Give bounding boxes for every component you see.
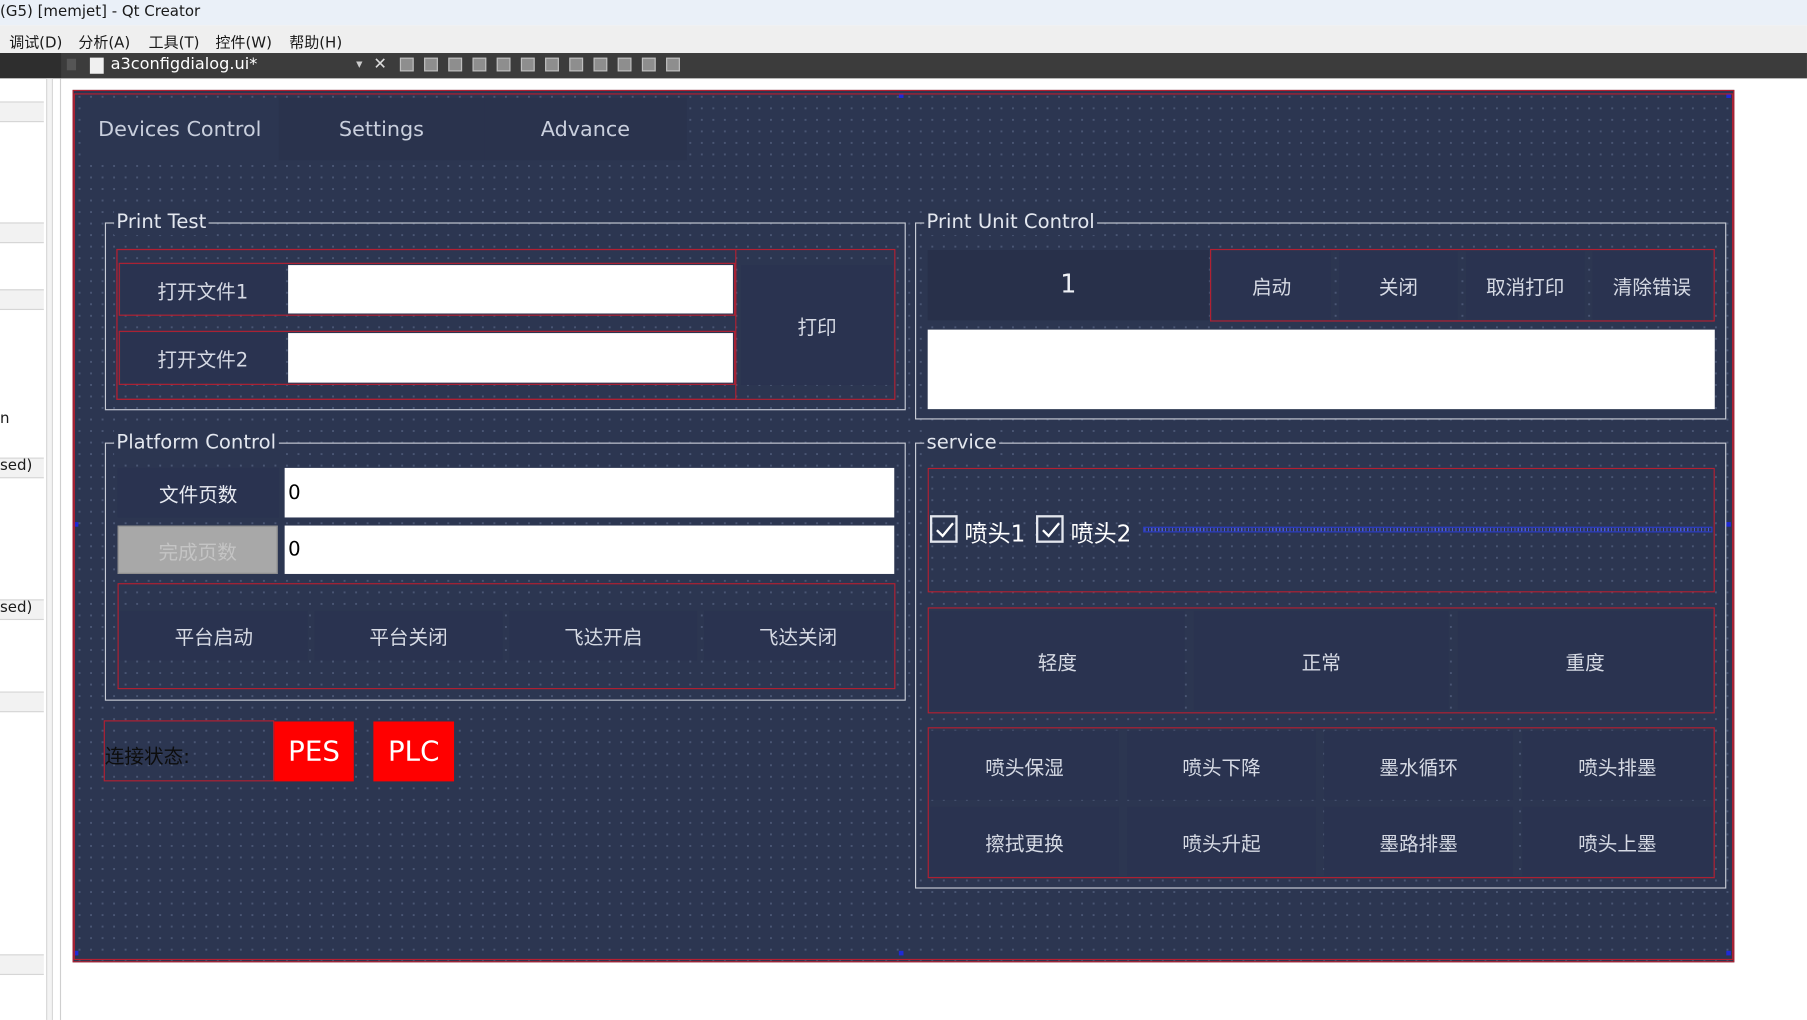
- adjust-size-icon[interactable]: [666, 57, 680, 72]
- service-group: service 喷头1 喷头2 轻度 正常 重度 喷头保湿 喷头下降 墨水循环 …: [915, 429, 1727, 889]
- left-panel-fragment: sed): [0, 599, 33, 617]
- unit-number-display: 1: [927, 250, 1209, 321]
- ink-circulate-button[interactable]: 墨水循环: [1324, 730, 1514, 800]
- lock-icon: [66, 58, 77, 71]
- print-test-group: Print Test 打开文件1 打开文件2 打印: [104, 209, 906, 411]
- layout-grid-icon[interactable]: [617, 57, 632, 72]
- layout-horizontal-icon[interactable]: [496, 57, 511, 72]
- print-unit-control-group: Print Unit Control 1 启动 关闭 取消打印 清除错误: [915, 209, 1727, 420]
- level-heavy-button[interactable]: 重度: [1457, 610, 1713, 710]
- head-purge-button[interactable]: 喷头排墨: [1522, 730, 1713, 800]
- platform-control-group: Platform Control 文件页数 0 完成页数 0 平台启动 平台关闭…: [104, 429, 906, 701]
- file2-path-field[interactable]: [288, 333, 733, 383]
- edit-buddies-icon[interactable]: [448, 57, 463, 72]
- level-light-button[interactable]: 轻度: [929, 610, 1185, 710]
- menu-tools[interactable]: 工具(T): [149, 30, 200, 52]
- close-icon[interactable]: ✕: [373, 55, 387, 73]
- editor-toolbar: a3configdialog.ui* ▾ ✕: [0, 53, 1807, 79]
- file-pages-field[interactable]: 0: [284, 467, 895, 518]
- head-moisturize-button[interactable]: 喷头保湿: [929, 730, 1119, 800]
- platform-control-title: Platform Control: [114, 429, 279, 456]
- wiper-replace-button[interactable]: 擦拭更换: [929, 806, 1119, 876]
- tab-devices-control[interactable]: Devices Control: [80, 97, 279, 161]
- head1-checkbox[interactable]: [929, 515, 958, 543]
- ink-line-purge-button[interactable]: 墨路排墨: [1324, 806, 1514, 876]
- feeder-off-button[interactable]: 飞达关闭: [704, 610, 892, 661]
- done-pages-field[interactable]: 0: [284, 525, 895, 574]
- layout-vertical-icon[interactable]: [520, 57, 535, 72]
- print-unit-log[interactable]: [927, 329, 1715, 410]
- layout-form-icon[interactable]: [593, 57, 608, 72]
- menu-bar: 调试(D) 分析(A) 工具(T) 控件(W) 帮助(H): [0, 25, 1807, 54]
- file-tab-label[interactable]: a3configdialog.ui*: [111, 55, 258, 73]
- platform-start-button[interactable]: 平台启动: [119, 610, 308, 661]
- edit-tab-order-icon[interactable]: [472, 57, 487, 72]
- left-panel-scrollbar[interactable]: [46, 78, 54, 1020]
- menu-analyze[interactable]: 分析(A): [78, 30, 130, 52]
- head1-label: 喷头1: [964, 519, 1026, 548]
- service-title: service: [924, 429, 1000, 456]
- tab-settings[interactable]: Settings: [278, 97, 485, 161]
- open-file1-button[interactable]: 打开文件1: [121, 265, 285, 314]
- menu-help[interactable]: 帮助(H): [289, 30, 342, 52]
- check-icon: [936, 522, 954, 538]
- connection-status-label: 连接状态:: [104, 745, 190, 769]
- left-side-panel: n sed) sed): [0, 78, 62, 1020]
- print-unit-title: Print Unit Control: [924, 209, 1098, 236]
- pes-status-indicator: PES: [274, 721, 354, 782]
- window-title-bar: (G5) [memjet] - Qt Creator: [0, 0, 1807, 26]
- head2-checkbox[interactable]: [1036, 515, 1064, 543]
- tab-advance[interactable]: Advance: [484, 97, 687, 161]
- head-lower-button[interactable]: 喷头下降: [1127, 730, 1317, 800]
- platform-stop-button[interactable]: 平台关闭: [314, 610, 503, 661]
- open-file2-button[interactable]: 打开文件2: [121, 333, 285, 383]
- left-panel-fragment: sed): [0, 457, 33, 475]
- left-panel-fragment: n: [0, 410, 10, 428]
- design-form: Devices Control Settings Advance Print T…: [72, 89, 1735, 963]
- window-title: (G5) [memjet] - Qt Creator: [0, 3, 201, 21]
- file-pages-label: 文件页数: [117, 467, 279, 518]
- cancel-print-button[interactable]: 取消打印: [1465, 251, 1585, 320]
- done-pages-button[interactable]: 完成页数: [117, 525, 278, 574]
- close-button[interactable]: 关闭: [1339, 251, 1458, 320]
- menu-widgets[interactable]: 控件(W): [215, 30, 271, 52]
- layout-splitter-v-icon[interactable]: [569, 57, 584, 72]
- feeder-on-button[interactable]: 飞达开启: [509, 610, 698, 661]
- layout-splitter-h-icon[interactable]: [545, 57, 559, 72]
- horizontal-spacer: [1143, 526, 1713, 533]
- print-button[interactable]: 打印: [740, 265, 894, 385]
- check-icon: [1042, 522, 1060, 538]
- clear-error-button[interactable]: 清除错误: [1592, 251, 1712, 320]
- plc-status-indicator: PLC: [373, 721, 455, 782]
- edit-widgets-icon[interactable]: [399, 57, 414, 72]
- level-normal-button[interactable]: 正常: [1193, 610, 1449, 710]
- file1-path-field[interactable]: [288, 265, 733, 314]
- head-ink-fill-button[interactable]: 喷头上墨: [1522, 806, 1713, 876]
- menu-debug[interactable]: 调试(D): [9, 30, 62, 52]
- chevron-down-icon[interactable]: ▾: [356, 56, 362, 71]
- start-button[interactable]: 启动: [1212, 251, 1332, 320]
- print-test-title: Print Test: [114, 209, 209, 236]
- file-icon: [89, 57, 104, 74]
- head2-label: 喷头2: [1070, 519, 1132, 548]
- edit-signals-icon[interactable]: [424, 57, 438, 72]
- head-raise-button[interactable]: 喷头升起: [1127, 806, 1317, 876]
- break-layout-icon[interactable]: [641, 57, 656, 72]
